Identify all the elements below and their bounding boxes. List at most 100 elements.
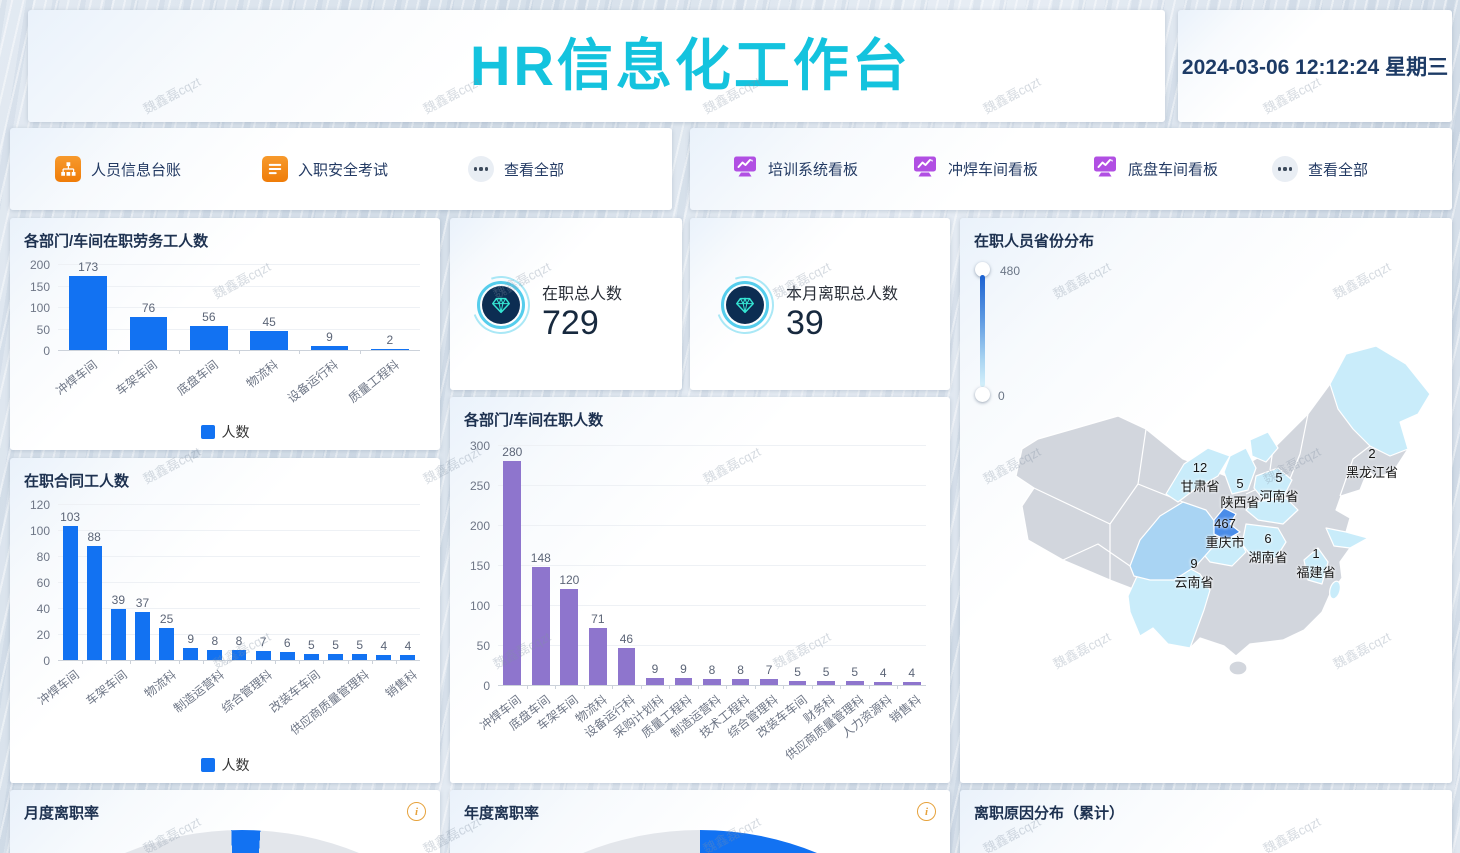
labor-workers-bar-chart[interactable]: 17376564592050100150200冲焊车间车架车间底盘车间物流科设备… bbox=[22, 264, 430, 414]
x-axis-tick bbox=[726, 685, 727, 689]
bar[interactable] bbox=[256, 651, 271, 660]
x-axis-tick bbox=[360, 350, 361, 354]
bar-value-label: 148 bbox=[517, 551, 565, 565]
y-axis-tick: 200 bbox=[22, 258, 50, 272]
bar[interactable] bbox=[732, 679, 750, 685]
datetime-card: 2024-03-06 12:12:24 星期三 bbox=[1178, 10, 1452, 122]
gridline bbox=[498, 525, 926, 526]
card-province-distribution: 在职人员省份分布 480 0 bbox=[960, 218, 1452, 783]
x-axis-tick bbox=[669, 685, 670, 689]
bar[interactable] bbox=[371, 349, 408, 350]
y-axis-tick: 120 bbox=[22, 498, 50, 512]
bar[interactable] bbox=[304, 654, 319, 661]
tool-onboarding-safety-exam[interactable]: 入职安全考试 bbox=[262, 156, 388, 182]
kpi-monthly-departures: 本月离职总人数 39 bbox=[690, 218, 950, 390]
info-icon[interactable]: i bbox=[917, 802, 936, 821]
y-axis-tick: 200 bbox=[462, 519, 490, 533]
bar[interactable] bbox=[503, 461, 521, 685]
map-hainan bbox=[1229, 661, 1247, 675]
x-axis-label: 物流科 bbox=[243, 356, 282, 392]
card-yearly-attrition: 年度离职率 i bbox=[450, 790, 950, 853]
tool-welding-workshop-dashboard[interactable]: 冲焊车间看板 bbox=[912, 154, 1038, 185]
x-axis-tick bbox=[239, 350, 240, 354]
bar[interactable] bbox=[232, 650, 247, 660]
y-axis-tick: 0 bbox=[22, 344, 50, 358]
bar[interactable] bbox=[817, 681, 835, 685]
x-axis-tick bbox=[897, 685, 898, 689]
bar-value-label: 280 bbox=[488, 445, 536, 459]
personnel-ledger-icon bbox=[55, 156, 81, 182]
x-axis-tick bbox=[396, 660, 397, 664]
bar-value-label: 56 bbox=[185, 310, 233, 324]
y-axis-tick: 50 bbox=[22, 323, 50, 337]
contract-workers-bar-chart[interactable]: 103883937259887655544020406080100120冲焊车间… bbox=[22, 504, 430, 734]
bar[interactable] bbox=[376, 655, 391, 660]
tool-personnel-ledger[interactable]: 人员信息台账 bbox=[55, 156, 181, 182]
yearly-attrition-pie[interactable] bbox=[450, 830, 950, 853]
legend-renshu[interactable]: 人数 bbox=[10, 755, 440, 775]
tool-label: 查看全部 bbox=[504, 159, 564, 180]
kpi-total-active: 在职总人数 729 bbox=[450, 218, 682, 390]
bar[interactable] bbox=[207, 650, 222, 660]
x-axis-tick bbox=[527, 685, 528, 689]
more-icon bbox=[468, 156, 494, 182]
bar[interactable] bbox=[69, 276, 106, 350]
bar[interactable] bbox=[280, 652, 295, 660]
y-axis-tick: 250 bbox=[462, 479, 490, 493]
bar[interactable] bbox=[846, 681, 864, 685]
tool-view-all-left[interactable]: 查看全部 bbox=[468, 156, 564, 182]
bar[interactable] bbox=[328, 654, 343, 661]
bar[interactable] bbox=[400, 655, 415, 660]
bar[interactable] bbox=[190, 326, 227, 350]
x-axis-tick bbox=[783, 685, 784, 689]
bar[interactable] bbox=[560, 589, 578, 685]
card-labor-workers: 各部门/车间在职劳务工人数 17376564592050100150200冲焊车… bbox=[10, 218, 440, 450]
header-card: HR信息化工作台 bbox=[28, 10, 1165, 122]
x-axis-tick bbox=[275, 660, 276, 664]
bar[interactable] bbox=[111, 609, 126, 660]
x-axis-label: 车架车间 bbox=[83, 666, 131, 709]
bar[interactable] bbox=[130, 317, 167, 350]
headcount-bar-chart[interactable]: 2801481207146998875554405010015020025030… bbox=[462, 445, 936, 775]
y-axis-tick: 150 bbox=[22, 280, 50, 294]
bar[interactable] bbox=[646, 678, 664, 685]
bar[interactable] bbox=[63, 526, 78, 660]
kpi-value: 39 bbox=[786, 304, 824, 343]
bar[interactable] bbox=[352, 654, 367, 661]
dashboard-monitor-icon bbox=[1092, 154, 1118, 185]
tool-view-all-right[interactable]: 查看全部 bbox=[1272, 156, 1368, 182]
bar[interactable] bbox=[789, 681, 807, 685]
info-icon[interactable]: i bbox=[407, 802, 426, 821]
plot-area[interactable]: 103883937259887655544 bbox=[58, 504, 420, 661]
x-axis-label: 综合管理科 bbox=[218, 666, 276, 716]
hr-dashboard: 魏鑫磊cqzt魏鑫磊cqzt魏鑫磊cqzt魏鑫磊cqzt魏鑫磊cqzt魏鑫磊cq… bbox=[0, 0, 1460, 853]
tool-chassis-workshop-dashboard[interactable]: 底盘车间看板 bbox=[1092, 154, 1218, 185]
china-map[interactable]: 467重庆市12甘肃省9云南省6湖南省5陕西省5河南省2黑龙江省1福建省 bbox=[978, 244, 1440, 774]
legend-label: 人数 bbox=[222, 755, 250, 775]
legend-swatch bbox=[201, 758, 215, 772]
tool-label: 培训系统看板 bbox=[768, 159, 858, 180]
bar[interactable] bbox=[903, 682, 921, 685]
plot-area[interactable]: 17376564592 bbox=[58, 264, 420, 351]
toolbar-right: 培训系统看板 冲焊车间看板 底盘车间看板 查看全部 bbox=[690, 128, 1452, 210]
card-title: 各部门/车间在职劳务工人数 bbox=[24, 230, 208, 251]
y-axis-tick: 0 bbox=[22, 654, 50, 668]
plot-area[interactable]: 28014812071469988755544 bbox=[498, 445, 926, 686]
x-axis-label: 车架车间 bbox=[113, 356, 161, 399]
x-axis-label: 设备运行科 bbox=[284, 356, 342, 406]
gem-badge-icon bbox=[474, 278, 528, 332]
legend-renshu[interactable]: 人数 bbox=[10, 422, 440, 442]
bar-value-label: 88 bbox=[70, 530, 118, 544]
bar[interactable] bbox=[311, 346, 348, 350]
tool-training-dashboard[interactable]: 培训系统看板 bbox=[732, 154, 858, 185]
monthly-attrition-pie[interactable] bbox=[10, 830, 440, 853]
legend-label: 人数 bbox=[222, 422, 250, 442]
bar[interactable] bbox=[675, 678, 693, 685]
bar[interactable] bbox=[760, 679, 778, 685]
bar[interactable] bbox=[874, 682, 892, 685]
y-axis-tick: 0 bbox=[462, 679, 490, 693]
bar[interactable] bbox=[183, 648, 198, 660]
bar[interactable] bbox=[250, 331, 287, 350]
bar[interactable] bbox=[703, 679, 721, 685]
x-axis-tick bbox=[251, 660, 252, 664]
